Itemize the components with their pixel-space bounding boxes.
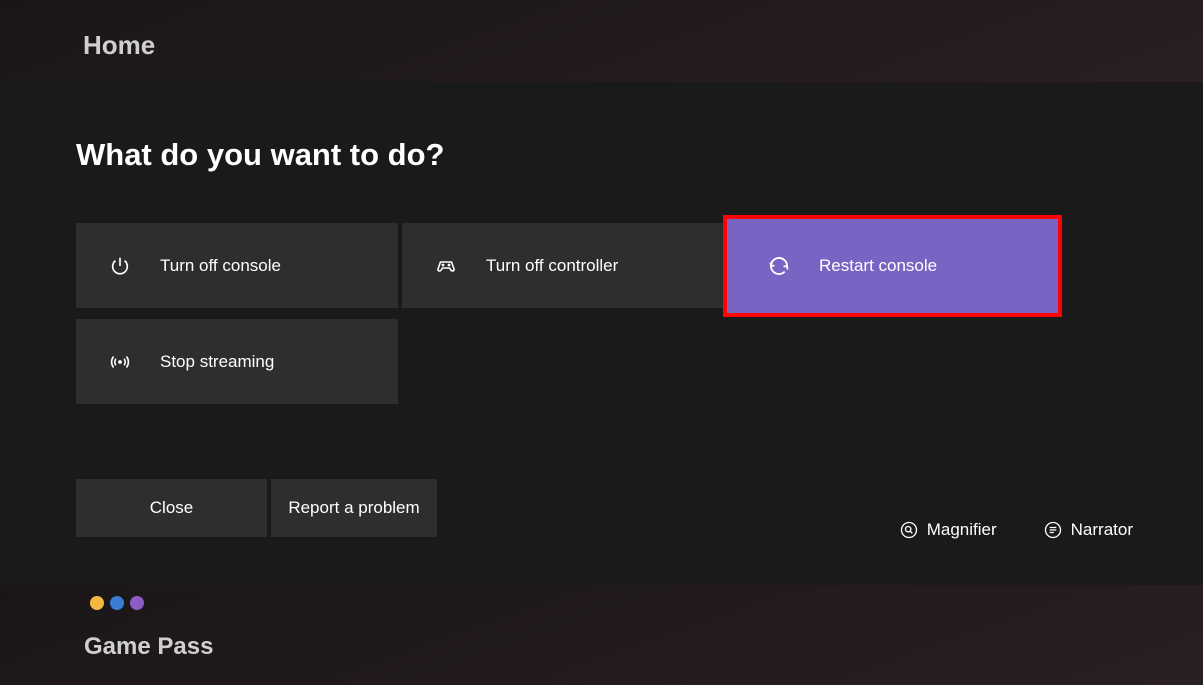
- friend-presence-icons: [90, 596, 144, 610]
- magnifier-button[interactable]: Magnifier: [899, 520, 997, 540]
- close-button[interactable]: Close: [76, 479, 267, 537]
- turn-off-controller-tile[interactable]: Turn off controller: [402, 223, 724, 308]
- tile-label: Turn off console: [160, 256, 281, 276]
- dialog-title: What do you want to do?: [76, 137, 1128, 173]
- tile-label: Restart console: [819, 256, 937, 276]
- turn-off-console-tile[interactable]: Turn off console: [76, 223, 398, 308]
- bottom-buttons-row: Close Report a problem: [76, 479, 437, 537]
- gamepass-tab-label: Game Pass: [84, 633, 213, 661]
- tile-label: Turn off controller: [486, 256, 618, 276]
- power-menu-dialog: What do you want to do? Turn off console: [0, 82, 1203, 585]
- narrator-button[interactable]: Narrator: [1043, 520, 1133, 540]
- accessibility-row: Magnifier Narrator: [899, 520, 1133, 540]
- options-grid: Turn off console Turn off controller: [76, 223, 1060, 404]
- home-tab-label: Home: [83, 30, 155, 61]
- power-icon: [108, 254, 132, 278]
- magnifier-label: Magnifier: [927, 520, 997, 540]
- controller-icon: [434, 254, 458, 278]
- broadcast-icon: [108, 350, 132, 374]
- narrator-label: Narrator: [1071, 520, 1133, 540]
- background-top: [0, 0, 1203, 82]
- restart-icon: [767, 254, 791, 278]
- narrator-icon: [1043, 520, 1063, 540]
- magnifier-icon: [899, 520, 919, 540]
- stop-streaming-tile[interactable]: Stop streaming: [76, 319, 398, 404]
- tile-label: Stop streaming: [160, 352, 274, 372]
- report-problem-button[interactable]: Report a problem: [271, 479, 437, 537]
- restart-console-tile[interactable]: Restart console: [725, 217, 1060, 315]
